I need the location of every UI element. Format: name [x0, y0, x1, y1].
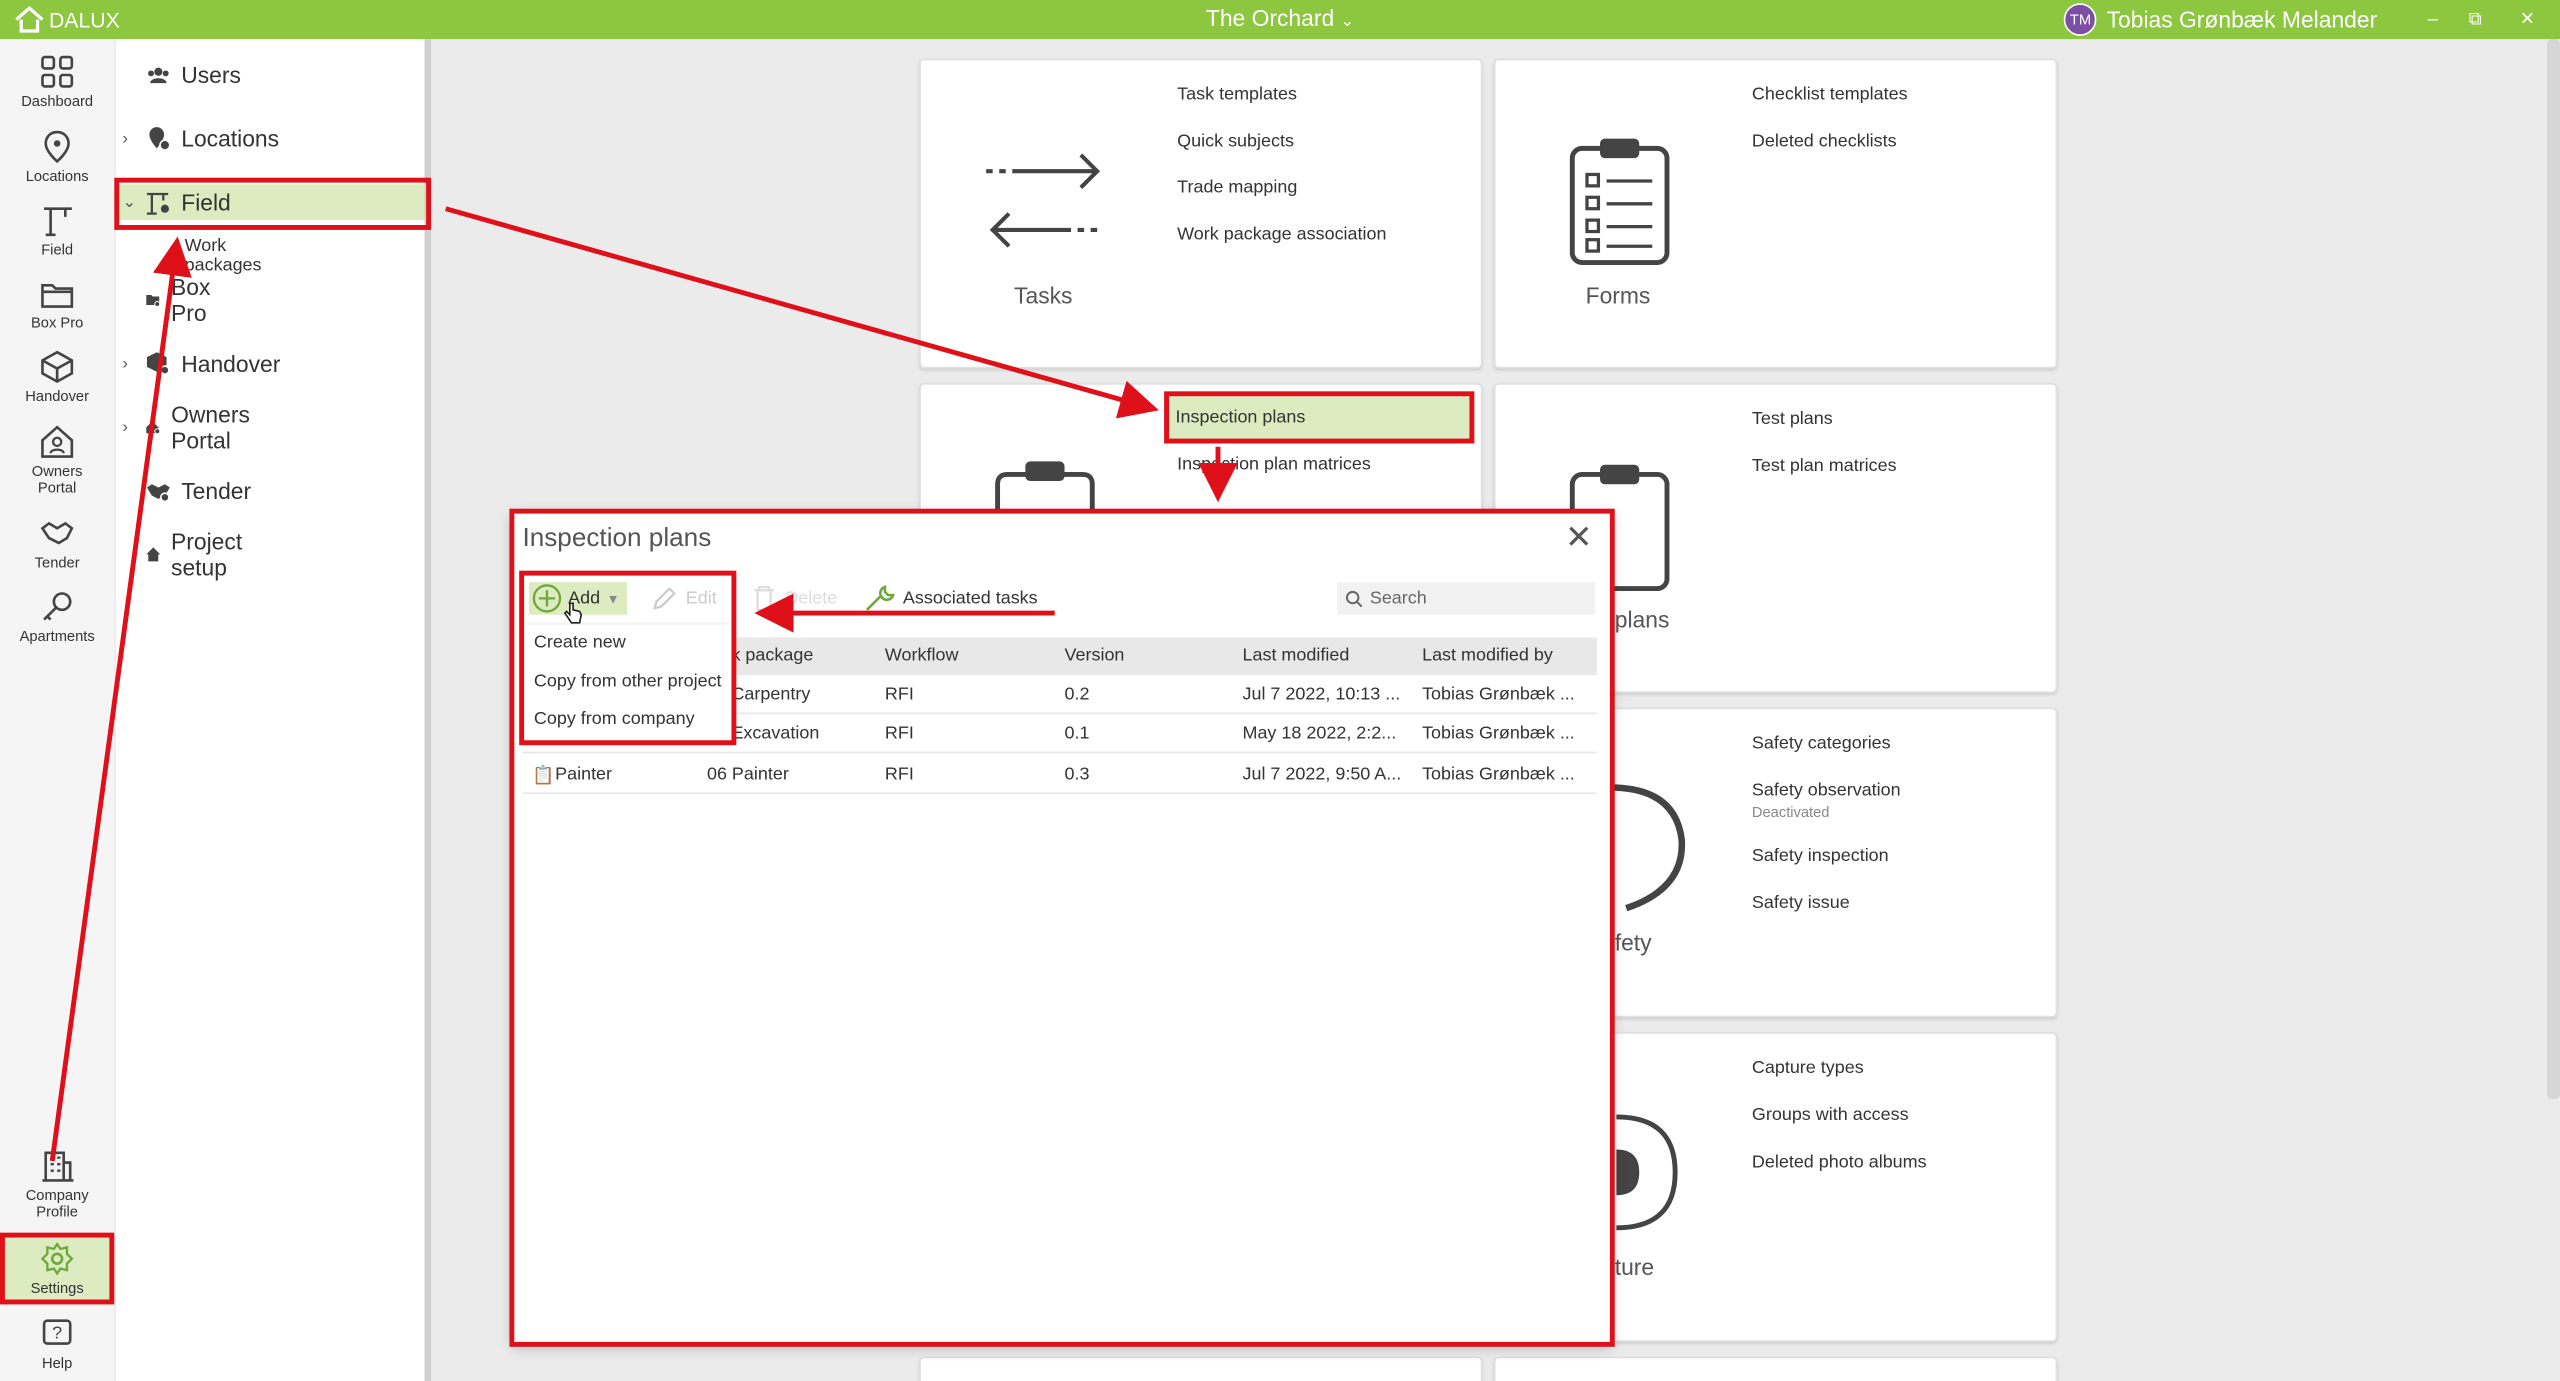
annotation-arrows: [49, 206, 1238, 1162]
